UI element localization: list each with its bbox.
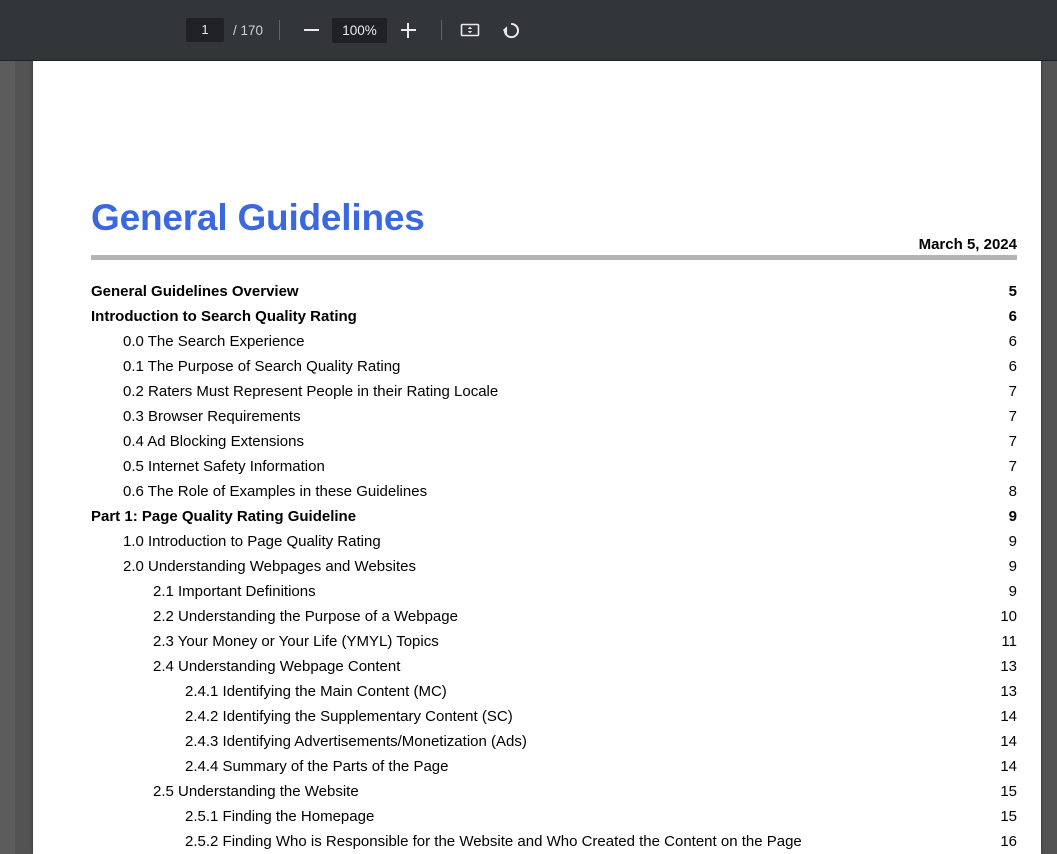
toc-entry-label: 0.3 Browser Requirements [123, 408, 301, 425]
toc-entry-label: 2.4.2 Identifying the Supplementary Cont… [185, 708, 513, 725]
zoom-controls-group: 100% [296, 15, 423, 45]
pdf-viewer-scroll-area[interactable]: General Guidelines March 5, 2024 General… [0, 61, 1057, 854]
toc-entry[interactable]: Part 1: Page Quality Rating Guideline 9 [91, 508, 1017, 533]
document-title: General Guidelines [91, 197, 425, 238]
toc-entry[interactable]: 0.6 The Role of Examples in these Guidel… [91, 483, 1017, 508]
toc-entry-label: 2.4.1 Identifying the Main Content (MC) [185, 683, 447, 700]
rotate-counterclockwise-icon [502, 22, 519, 38]
toc-entry[interactable]: 2.5 Understanding the Website 15 [91, 783, 1017, 808]
toc-entry[interactable]: 2.5.1 Finding the Homepage 15 [91, 808, 1017, 833]
toc-entry[interactable]: 2.5.2 Finding Who is Responsible for the… [91, 833, 1017, 854]
toc-entry-page-number: 7 [1008, 458, 1017, 475]
toc-entry[interactable]: 2.4.4 Summary of the Parts of the Page 14 [91, 758, 1017, 783]
toc-entry-label: 2.4.3 Identifying Advertisements/Monetiz… [185, 733, 527, 750]
toc-entry[interactable]: 2.4.3 Identifying Advertisements/Monetiz… [91, 733, 1017, 758]
toc-entry[interactable]: 0.2 Raters Must Represent People in thei… [91, 383, 1017, 408]
toc-entry[interactable]: 0.4 Ad Blocking Extensions 7 [91, 433, 1017, 458]
toc-entry-page-number: 13 [1000, 658, 1017, 675]
fit-to-page-icon [460, 23, 480, 37]
toc-entry-label: Part 1: Page Quality Rating Guideline [91, 508, 357, 525]
page-total-label: / 170 [233, 22, 264, 38]
toc-entry-label: 2.3 Your Money or Your Life (YMYL) Topic… [153, 633, 439, 650]
toc-entry-page-number: 6 [1008, 333, 1017, 350]
toc-entry-label: 1.0 Introduction to Page Quality Rating [123, 533, 381, 550]
toc-entry-page-number: 15 [1000, 783, 1017, 800]
toc-entry[interactable]: 2.4.1 Identifying the Main Content (MC) 1… [91, 683, 1017, 708]
toc-entry-page-number: 16 [1000, 833, 1017, 850]
page-number-input[interactable] [186, 18, 224, 42]
toc-entry[interactable]: 2.4 Understanding Webpage Content 13 [91, 658, 1017, 683]
toc-entry-page-number: 9 [1008, 508, 1017, 525]
toc-entry[interactable]: 1.0 Introduction to Page Quality Rating 9 [91, 533, 1017, 558]
toc-entry-label: 2.5 Understanding the Website [153, 783, 359, 800]
viewer-left-gutter [0, 61, 15, 854]
toc-entry-page-number: 7 [1008, 433, 1017, 450]
rotate-button[interactable] [495, 15, 525, 45]
toc-entry-page-number: 14 [1000, 733, 1017, 750]
toc-entry-page-number: 5 [1008, 283, 1017, 300]
toolbar-separator-1 [279, 20, 281, 40]
toc-entry[interactable]: 2.0 Understanding Webpages and Websites 9 [91, 558, 1017, 583]
page-navigation-group: / 170 [186, 18, 263, 42]
toc-entry-page-number: 7 [1008, 383, 1017, 400]
toc-entry-page-number: 9 [1008, 533, 1017, 550]
pdf-page-1: General Guidelines March 5, 2024 General… [33, 61, 1041, 854]
toc-entry[interactable]: 0.0 The Search Experience 6 [91, 333, 1017, 358]
toc-entry-page-number: 10 [1000, 608, 1017, 625]
toc-entry-page-number: 7 [1008, 408, 1017, 425]
plus-icon [400, 22, 416, 38]
table-of-contents: General Guidelines Overview 5 Introduction… [91, 283, 1017, 854]
toc-entry-label: 2.2 Understanding the Purpose of a Webpa… [153, 608, 458, 625]
toc-entry-page-number: 13 [1000, 683, 1017, 700]
toc-entry[interactable]: 2.3 Your Money or Your Life (YMYL) Topic… [91, 633, 1017, 658]
toc-entry-page-number: 9 [1008, 558, 1017, 575]
toc-entry[interactable]: 2.2 Understanding the Purpose of a Webpa… [91, 608, 1017, 633]
toc-entry-label: Introduction to Search Quality Rating [91, 308, 357, 325]
toc-entry-page-number: 11 [1001, 633, 1017, 650]
toc-entry-label: 0.0 The Search Experience [123, 333, 305, 350]
toc-entry-label: 2.1 Important Definitions [153, 583, 316, 600]
toc-entry-label: 2.5.1 Finding the Homepage [185, 808, 375, 825]
toc-entry[interactable]: 0.5 Internet Safety Information 7 [91, 458, 1017, 483]
pdf-viewer-toolbar: / 170 100% [0, 0, 1057, 61]
toc-entry-page-number: 8 [1008, 483, 1017, 500]
toc-entry-page-number: 6 [1008, 308, 1017, 325]
toc-entry-label: 0.4 Ad Blocking Extensions [123, 433, 304, 450]
title-divider [91, 255, 1017, 260]
toc-entry-label: 2.0 Understanding Webpages and Websites [123, 558, 416, 575]
document-date: March 5, 2024 [918, 236, 1017, 253]
toc-entry-page-number: 6 [1008, 358, 1017, 375]
toc-entry-label: 0.2 Raters Must Represent People in thei… [123, 383, 499, 400]
zoom-out-button[interactable] [296, 15, 326, 45]
toc-entry[interactable]: 2.1 Important Definitions 9 [91, 583, 1017, 608]
toc-entry-label: 2.5.2 Finding Who is Responsible for the… [185, 833, 802, 850]
toc-entry[interactable]: 2.4.2 Identifying the Supplementary Cont… [91, 708, 1017, 733]
toolbar-separator-2 [441, 20, 443, 40]
toc-entry-page-number: 14 [1000, 708, 1017, 725]
toc-entry[interactable]: General Guidelines Overview 5 [91, 283, 1017, 308]
minus-icon [303, 29, 319, 31]
toc-entry-label: 2.4.4 Summary of the Parts of the Page [185, 758, 449, 775]
toc-entry-label: General Guidelines Overview [91, 283, 299, 300]
zoom-level-display[interactable]: 100% [332, 17, 388, 43]
view-controls-group [455, 15, 525, 45]
toc-entry-label: 0.1 The Purpose of Search Quality Rating [123, 358, 401, 375]
toc-entry-page-number: 14 [1000, 758, 1017, 775]
toc-entry-label: 0.5 Internet Safety Information [123, 458, 325, 475]
toc-entry-page-number: 9 [1008, 583, 1017, 600]
fit-to-page-button[interactable] [455, 15, 485, 45]
toc-entry-page-number: 15 [1000, 808, 1017, 825]
toc-entry[interactable]: 0.3 Browser Requirements 7 [91, 408, 1017, 433]
toc-entry[interactable]: 0.1 The Purpose of Search Quality Rating… [91, 358, 1017, 383]
toc-entry[interactable]: Introduction to Search Quality Rating 6 [91, 308, 1017, 333]
toc-entry-label: 0.6 The Role of Examples in these Guidel… [123, 483, 428, 500]
toc-entry-label: 2.4 Understanding Webpage Content [153, 658, 401, 675]
zoom-in-button[interactable] [393, 15, 423, 45]
